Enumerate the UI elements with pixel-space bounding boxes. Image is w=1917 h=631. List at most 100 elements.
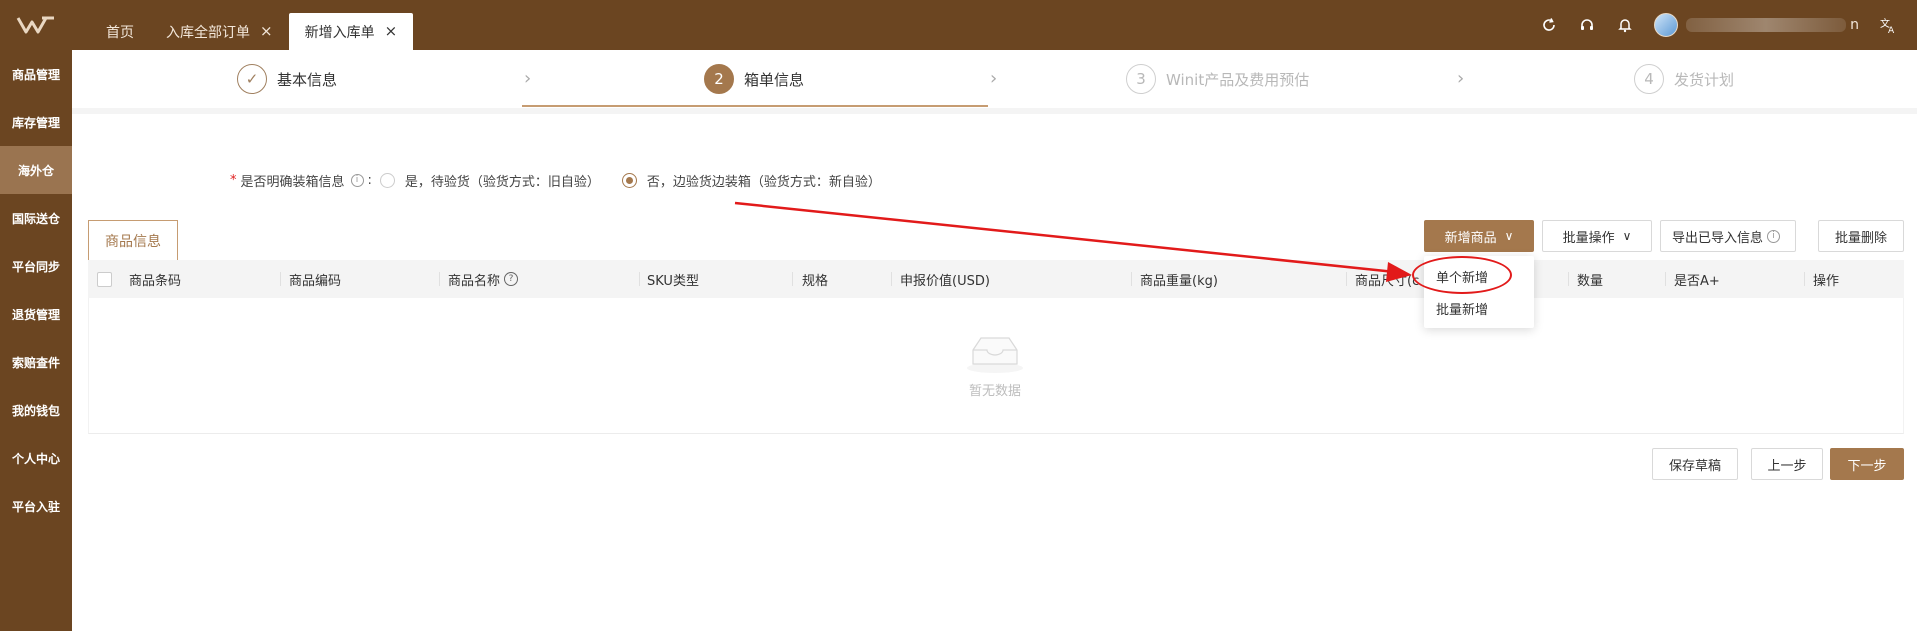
radio-no-label[interactable]: 否，边验货边装箱（验货方式：新自验）: [647, 171, 881, 190]
step-packing-info: 2 箱单信息: [704, 64, 804, 94]
check-icon: ✓: [237, 64, 267, 94]
add-product-button[interactable]: 新增商品 ∨: [1424, 220, 1534, 252]
empty-box-icon: [967, 337, 1023, 373]
sidebar-item-label: 国际送仓: [11, 211, 60, 226]
previous-step-button[interactable]: 上一步: [1751, 448, 1823, 480]
username-suffix: n: [1850, 17, 1859, 33]
column-header-declared-value: 申报价值(USD): [900, 273, 990, 289]
radio-yes[interactable]: [379, 172, 395, 188]
radio-yes-label[interactable]: 是，待验货（验货方式：旧自验）: [405, 171, 600, 190]
sidebar-item-label: 退货管理: [11, 307, 60, 322]
menu-item-batch-add[interactable]: 批量新增: [1424, 292, 1534, 324]
sidebar-item-overseas-warehouse[interactable]: 海外仓: [0, 146, 72, 194]
question-label: 是否明确装箱信息: [240, 174, 345, 190]
menu-item-single-add[interactable]: 单个新增: [1424, 260, 1534, 292]
tab-home[interactable]: 首页: [90, 13, 150, 50]
close-icon[interactable]: ×: [385, 24, 398, 39]
question-icon[interactable]: ?: [504, 272, 519, 286]
chevron-right-icon: ›: [524, 68, 532, 89]
username-redacted[interactable]: [1686, 18, 1847, 32]
packing-info-question: * 是否明确装箱信息 i : 是，待验货（验货方式：旧自验） 否，边验货边装箱（…: [230, 170, 881, 190]
sidebar-item-label: 平台入驻: [11, 499, 60, 514]
sidebar-item-personal-center[interactable]: 个人中心: [0, 434, 72, 482]
sidebar-item-label: 我的钱包: [11, 403, 60, 418]
step-label: 箱单信息: [744, 70, 805, 89]
required-mark: *: [230, 172, 237, 188]
tab-new-inbound-order[interactable]: 新增入库单 ×: [288, 13, 414, 50]
select-all-checkbox[interactable]: [97, 260, 112, 298]
sidebar-item-label: 平台同步: [11, 259, 60, 274]
empty-text: 暂无数据: [968, 384, 1021, 399]
sidebar-item-returns[interactable]: 退货管理: [0, 290, 72, 338]
sidebar-item-platform-onboarding[interactable]: 平台入驻: [0, 482, 72, 530]
add-product-dropdown: 单个新增 批量新增: [1424, 256, 1534, 328]
top-bar: 首页 入库全部订单 × 新增入库单 × n 文 A: [0, 0, 1917, 50]
svg-text:A: A: [1888, 26, 1895, 34]
step-label: 发货计划: [1674, 70, 1735, 89]
step-basic-info: ✓ 基本信息: [237, 64, 337, 94]
sidebar-item-label: 库存管理: [11, 115, 60, 130]
tab-all-inbound-orders[interactable]: 入库全部订单 ×: [150, 13, 289, 50]
sidebar-item-claims[interactable]: 索赔查件: [0, 338, 72, 386]
column-header-sku-type: SKU类型: [647, 273, 699, 289]
colon: :: [367, 172, 372, 188]
brand-logo-icon[interactable]: [0, 0, 72, 50]
step-shipping-plan: 4 发货计划: [1634, 64, 1734, 94]
table-header: 商品条码 商品编码 商品名称 ? SKU类型 规格 申报价值(USD) 商品重量…: [88, 260, 1904, 298]
column-header-product-name: 商品名称 ?: [448, 260, 519, 298]
avatar[interactable]: [1654, 13, 1679, 37]
column-header-product-code: 商品编码: [289, 273, 342, 289]
next-step-button[interactable]: 下一步: [1830, 448, 1904, 480]
info-icon[interactable]: i: [350, 173, 364, 187]
divider: [72, 108, 1917, 114]
sidebar-item-platform-sync[interactable]: 平台同步: [0, 242, 72, 290]
step-label: Winit产品及费用预估: [1166, 70, 1310, 89]
refresh-icon[interactable]: [1540, 16, 1558, 34]
step-winit-product: 3 Winit产品及费用预估: [1126, 64, 1309, 94]
column-header-barcode: 商品条码: [129, 273, 182, 289]
empty-state: 暂无数据: [940, 330, 1050, 399]
headset-icon[interactable]: [1578, 16, 1596, 34]
button-label: 新增商品: [1444, 230, 1497, 246]
column-header-dimensions: 商品尺寸(c: [1355, 273, 1420, 289]
button-label: 导出已导入信息: [1671, 230, 1763, 246]
step-number: 2: [704, 64, 734, 94]
topbar-actions: n 文A: [1540, 0, 1897, 50]
translate-icon[interactable]: 文A: [1879, 16, 1897, 34]
export-imported-button[interactable]: 导出已导入信息 i: [1660, 220, 1796, 252]
tab-label: 入库全部订单: [166, 24, 250, 41]
step-label: 基本信息: [277, 70, 338, 89]
button-label: 批量操作: [1562, 230, 1615, 246]
active-step-underline: [522, 105, 988, 107]
column-header-a-plus: 是否A+: [1674, 273, 1720, 289]
sidebar-item-inventory-management[interactable]: 库存管理: [0, 98, 72, 146]
app-root: 首页 入库全部订单 × 新增入库单 × n 文 A 商品管理 库存管理 海外仓 …: [0, 0, 1917, 631]
bell-icon[interactable]: [1616, 16, 1634, 34]
batch-delete-button[interactable]: 批量删除: [1818, 220, 1904, 252]
column-header-quantity: 数量: [1577, 273, 1604, 289]
sidebar-item-product-management[interactable]: 商品管理: [0, 50, 72, 98]
stepper: ✓ 基本信息 › 2 箱单信息 › 3 Winit产品及费用预估 › 4 发货计…: [72, 50, 1917, 108]
sidebar-item-label: 海外仓: [17, 163, 54, 178]
close-icon[interactable]: ×: [260, 24, 273, 39]
chevron-down-icon: ∨: [1504, 229, 1514, 243]
page-tabs: 首页 入库全部订单 × 新增入库单 ×: [90, 13, 414, 50]
sidebar-item-international-delivery[interactable]: 国际送仓: [0, 194, 72, 242]
column-header-label: 商品名称: [448, 273, 501, 289]
save-draft-button[interactable]: 保存草稿: [1652, 448, 1738, 480]
sidebar-item-label: 商品管理: [11, 67, 60, 82]
step-number: 4: [1634, 64, 1664, 94]
step-number: 3: [1126, 64, 1156, 94]
tab-label: 首页: [106, 24, 134, 41]
radio-no[interactable]: [621, 172, 637, 188]
sidebar-item-label: 索赔查件: [11, 355, 60, 370]
chevron-right-icon: ›: [1457, 68, 1465, 89]
column-header-spec: 规格: [802, 273, 829, 289]
column-header-weight: 商品重量(kg): [1140, 273, 1218, 289]
batch-operations-button[interactable]: 批量操作 ∨: [1542, 220, 1652, 252]
chevron-right-icon: ›: [990, 68, 998, 89]
tab-label: 新增入库单: [304, 24, 375, 41]
tab-product-info[interactable]: 商品信息: [88, 220, 178, 260]
column-header-actions: 操作: [1813, 273, 1840, 289]
sidebar-item-wallet[interactable]: 我的钱包: [0, 386, 72, 434]
